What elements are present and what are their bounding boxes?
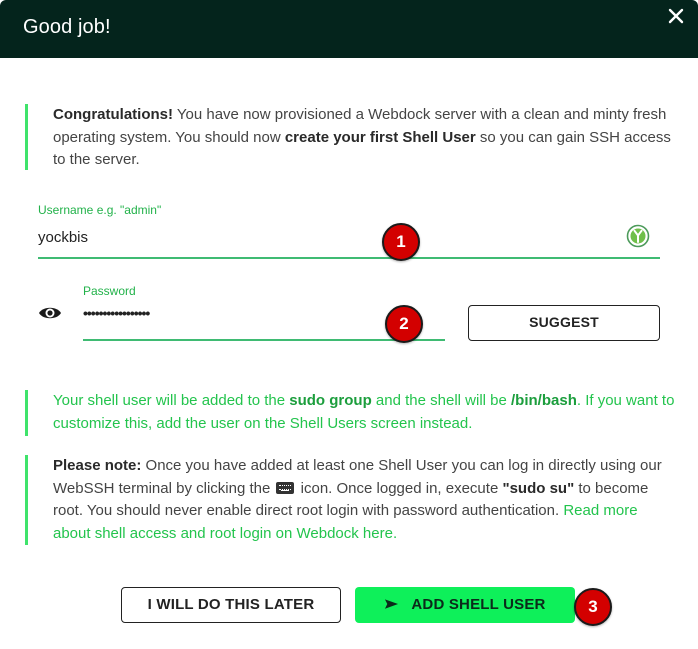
sudo-note: Your shell user will be added to the sud… bbox=[25, 390, 675, 436]
please-bold-1: Please note: bbox=[53, 457, 142, 474]
intro-bold-start: Congratulations! bbox=[53, 106, 173, 123]
send-icon bbox=[385, 599, 399, 609]
add-shell-user-button[interactable]: ADD SHELL USER bbox=[355, 587, 575, 623]
please-note: Please note: Once you have added at leas… bbox=[25, 455, 675, 545]
eye-icon[interactable] bbox=[38, 304, 62, 322]
step-badge-3: 3 bbox=[574, 588, 612, 626]
intro-note: Congratulations! You have now provisione… bbox=[25, 104, 675, 170]
sudo-text-1: Your shell user will be added to the bbox=[53, 392, 290, 409]
username-label: Username e.g. "admin" bbox=[38, 203, 162, 217]
user-avatar-icon[interactable] bbox=[626, 224, 650, 248]
dialog-header: Good job! bbox=[0, 0, 698, 58]
intro-bold-mid: create your first Shell User bbox=[284, 128, 476, 146]
password-underline bbox=[83, 339, 445, 341]
step-badge-2: 2 bbox=[385, 305, 423, 343]
close-icon[interactable] bbox=[664, 4, 688, 28]
please-bold-2: "sudo su" bbox=[502, 479, 575, 497]
step-badge-1: 1 bbox=[382, 223, 420, 261]
add-shell-user-label: ADD SHELL USER bbox=[411, 596, 546, 613]
sudo-bold-1: sudo group bbox=[289, 392, 372, 409]
keyboard-icon bbox=[276, 481, 295, 494]
good-job-dialog: Good job! Congratulations! You have now … bbox=[0, 0, 698, 649]
suggest-button[interactable]: SUGGEST bbox=[468, 305, 660, 341]
later-button[interactable]: I WILL DO THIS LATER bbox=[121, 587, 341, 623]
sudo-text-2: and the shell will be bbox=[371, 392, 512, 409]
dialog-title: Good job! bbox=[23, 16, 111, 38]
username-input[interactable]: yockbis bbox=[38, 229, 88, 246]
sudo-bold-2: /bin/bash bbox=[511, 392, 577, 409]
username-underline bbox=[38, 257, 660, 259]
password-input[interactable]: ••••••••••••••••• bbox=[83, 305, 150, 321]
password-label: Password bbox=[83, 284, 136, 298]
please-text-2: icon. Once logged in, execute bbox=[296, 479, 503, 497]
